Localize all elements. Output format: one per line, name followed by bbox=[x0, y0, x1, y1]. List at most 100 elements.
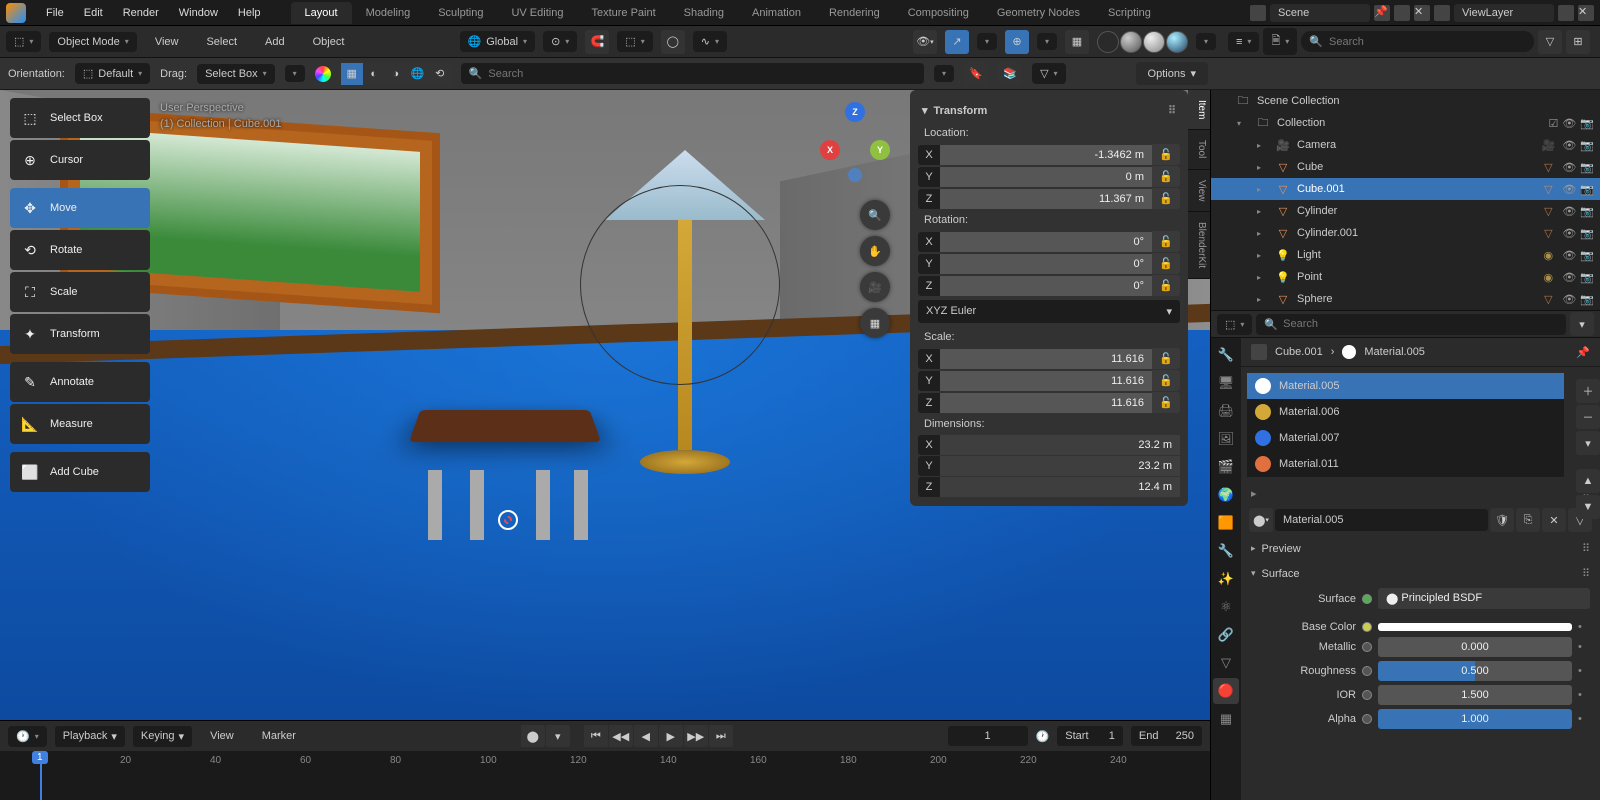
overlay-toggle-icon[interactable]: ⊕ bbox=[1005, 30, 1029, 54]
playhead[interactable]: 1 bbox=[40, 751, 42, 800]
mat-list-expand[interactable]: ▸ ⠿ bbox=[1241, 483, 1600, 504]
material-slot-material-011[interactable]: Material.011 bbox=[1247, 451, 1564, 477]
menu-help[interactable]: Help bbox=[228, 3, 271, 23]
scale-z-lock-icon[interactable]: 🔓 bbox=[1152, 392, 1180, 413]
shading-material-icon[interactable] bbox=[1143, 31, 1165, 53]
tab-rendering[interactable]: Rendering bbox=[815, 2, 894, 24]
clock-icon[interactable]: 🕐 bbox=[1036, 730, 1050, 743]
collection-eye-icon[interactable]: 👁 bbox=[1562, 117, 1576, 130]
transform-header[interactable]: ▾Transform⠿ bbox=[910, 98, 1188, 123]
ptab-texture[interactable]: ▦ bbox=[1213, 706, 1239, 732]
material-slot-material-005[interactable]: Material.005 bbox=[1247, 373, 1564, 399]
hdr-object[interactable]: Object bbox=[303, 32, 355, 52]
render-icon[interactable]: 📷 bbox=[1580, 227, 1594, 240]
props-search[interactable]: 🔍 Search bbox=[1256, 314, 1566, 335]
base-color-field[interactable] bbox=[1378, 623, 1572, 631]
outliner-search[interactable]: 🔍 Search bbox=[1301, 31, 1534, 52]
eye-icon[interactable]: 👁 bbox=[1562, 271, 1576, 284]
render-icon[interactable]: 📷 bbox=[1580, 183, 1594, 196]
axis-toggle-5[interactable]: ⟲ bbox=[429, 63, 451, 85]
rot-z-field[interactable]: 0° bbox=[940, 276, 1152, 296]
tab-geonodes[interactable]: Geometry Nodes bbox=[983, 2, 1094, 24]
search-dropdown[interactable]: ▾ bbox=[934, 65, 954, 82]
tab-shading[interactable]: Shading bbox=[670, 2, 738, 24]
loc-x-lock-icon[interactable]: 🔓 bbox=[1152, 144, 1180, 165]
outliner-item-cube[interactable]: ▸ ▽ Cube ▽ 👁📷 bbox=[1211, 156, 1600, 178]
loc-z-lock-icon[interactable]: 🔓 bbox=[1152, 188, 1180, 209]
menu-file[interactable]: File bbox=[36, 3, 74, 23]
outliner-new-collection-icon[interactable]: ⊞ bbox=[1566, 30, 1590, 54]
mat-unlink-icon[interactable]: ✕ bbox=[1542, 508, 1566, 532]
roughness-menu-icon[interactable]: • bbox=[1578, 665, 1590, 677]
gizmo-center[interactable] bbox=[848, 168, 862, 182]
breadcrumb-obj[interactable]: Cube.001 bbox=[1275, 346, 1323, 358]
axis-toggle-3[interactable]: ◑ bbox=[385, 63, 407, 85]
prev-keyframe-icon[interactable]: ◀◀ bbox=[609, 725, 633, 747]
color-picker-icon[interactable] bbox=[315, 66, 331, 82]
mat-fakeuser-icon[interactable]: 🛡 bbox=[1490, 508, 1514, 532]
shading-wireframe-icon[interactable] bbox=[1097, 31, 1119, 53]
ptab-material[interactable]: 🔴 bbox=[1213, 678, 1239, 704]
pin-icon[interactable]: 📌 bbox=[1374, 5, 1390, 21]
alpha-dot-icon[interactable] bbox=[1362, 714, 1372, 724]
gizmo-y-axis[interactable]: Y bbox=[870, 140, 890, 160]
sidetab-view[interactable]: View bbox=[1188, 170, 1210, 213]
menu-edit[interactable]: Edit bbox=[74, 3, 113, 23]
gizmo-toggle-icon[interactable]: ↗ bbox=[945, 30, 969, 54]
scale-y-field[interactable]: 11.616 bbox=[940, 371, 1152, 391]
ptab-particles[interactable]: ✨ bbox=[1213, 566, 1239, 592]
ptab-modifiers[interactable]: 🔧 bbox=[1213, 538, 1239, 564]
outliner-item-cylinder-001[interactable]: ▸ ▽ Cylinder.001 ▽ 👁📷 bbox=[1211, 222, 1600, 244]
tool-select-box[interactable]: ⬚Select Box bbox=[10, 98, 150, 138]
orientation-select[interactable]: ⬚ Default▾ bbox=[75, 63, 150, 84]
mat-menu-icon[interactable]: ▾ bbox=[1576, 431, 1600, 455]
hdr-select[interactable]: Select bbox=[196, 32, 247, 52]
nav-gizmo[interactable]: Z X Y bbox=[820, 102, 890, 172]
render-icon[interactable]: 📷 bbox=[1580, 293, 1594, 306]
material-slot-material-007[interactable]: Material.007 bbox=[1247, 425, 1564, 451]
base-color-dot-icon[interactable] bbox=[1362, 622, 1372, 632]
visibility-icon[interactable]: 👁▾ bbox=[913, 30, 937, 54]
zoom-icon[interactable]: 🔍 bbox=[860, 200, 890, 230]
scale-x-lock-icon[interactable]: 🔓 bbox=[1152, 348, 1180, 369]
roughness-field[interactable]: 0.500 bbox=[1378, 661, 1572, 681]
eye-icon[interactable]: 👁 bbox=[1562, 249, 1576, 262]
camera-view-icon[interactable]: 🎥 bbox=[860, 272, 890, 302]
roughness-dot-icon[interactable] bbox=[1362, 666, 1372, 676]
collection-check-icon[interactable]: ☑ bbox=[1548, 117, 1558, 130]
props-options-icon[interactable]: ▾ bbox=[1570, 312, 1594, 336]
render-icon[interactable]: 📷 bbox=[1580, 161, 1594, 174]
ior-dot-icon[interactable] bbox=[1362, 690, 1372, 700]
tab-modeling[interactable]: Modeling bbox=[352, 2, 425, 24]
outliner-scene-collection[interactable]: 🗀Scene Collection bbox=[1211, 90, 1600, 112]
render-icon[interactable]: 📷 bbox=[1580, 249, 1594, 262]
timeline-view-menu[interactable]: View bbox=[200, 726, 244, 746]
outliner-item-point[interactable]: ▸ 💡 Point ◉ 👁📷 bbox=[1211, 266, 1600, 288]
bookmark-icon[interactable]: 🔖 bbox=[964, 62, 988, 86]
render-icon[interactable]: 📷 bbox=[1580, 271, 1594, 284]
timeline-ruler[interactable]: 1 20 40 60 80 100 120 140 160 180 200 22… bbox=[0, 751, 1210, 800]
mat-copy-icon[interactable]: ⎘ bbox=[1516, 508, 1540, 532]
drag-select[interactable]: Select Box▾ bbox=[197, 64, 275, 84]
next-keyframe-icon[interactable]: ▶▶ bbox=[684, 725, 708, 747]
loc-y-field[interactable]: 0 m bbox=[940, 167, 1152, 187]
outliner-item-camera[interactable]: ▸ 🎥 Camera 🎥 👁📷 bbox=[1211, 134, 1600, 156]
ptab-render[interactable]: 🖥 bbox=[1213, 370, 1239, 396]
tab-uv[interactable]: UV Editing bbox=[497, 2, 577, 24]
rot-x-lock-icon[interactable]: 🔓 bbox=[1152, 231, 1180, 252]
xray-icon[interactable]: ▦ bbox=[1065, 30, 1089, 54]
loc-x-field[interactable]: -1.3462 m bbox=[940, 145, 1152, 165]
rotation-mode-dropdown[interactable]: XYZ Euler▾ bbox=[918, 300, 1180, 323]
mat-up-icon[interactable]: ▲ bbox=[1576, 469, 1600, 493]
rot-y-field[interactable]: 0° bbox=[940, 254, 1152, 274]
metallic-dot-icon[interactable] bbox=[1362, 642, 1372, 652]
tab-scripting[interactable]: Scripting bbox=[1094, 2, 1165, 24]
tool-measure[interactable]: 📐Measure bbox=[10, 404, 150, 444]
gizmo-z-axis[interactable]: Z bbox=[845, 102, 865, 122]
viewlayer-icon[interactable] bbox=[1434, 5, 1450, 21]
dim-y-field[interactable]: 23.2 m bbox=[940, 456, 1180, 476]
proportional-type-dropdown[interactable]: ∿▾ bbox=[693, 31, 727, 52]
shading-options-dropdown[interactable]: ▾ bbox=[1196, 33, 1216, 50]
sidetab-item[interactable]: Item bbox=[1188, 90, 1210, 130]
eye-icon[interactable]: 👁 bbox=[1562, 227, 1576, 240]
